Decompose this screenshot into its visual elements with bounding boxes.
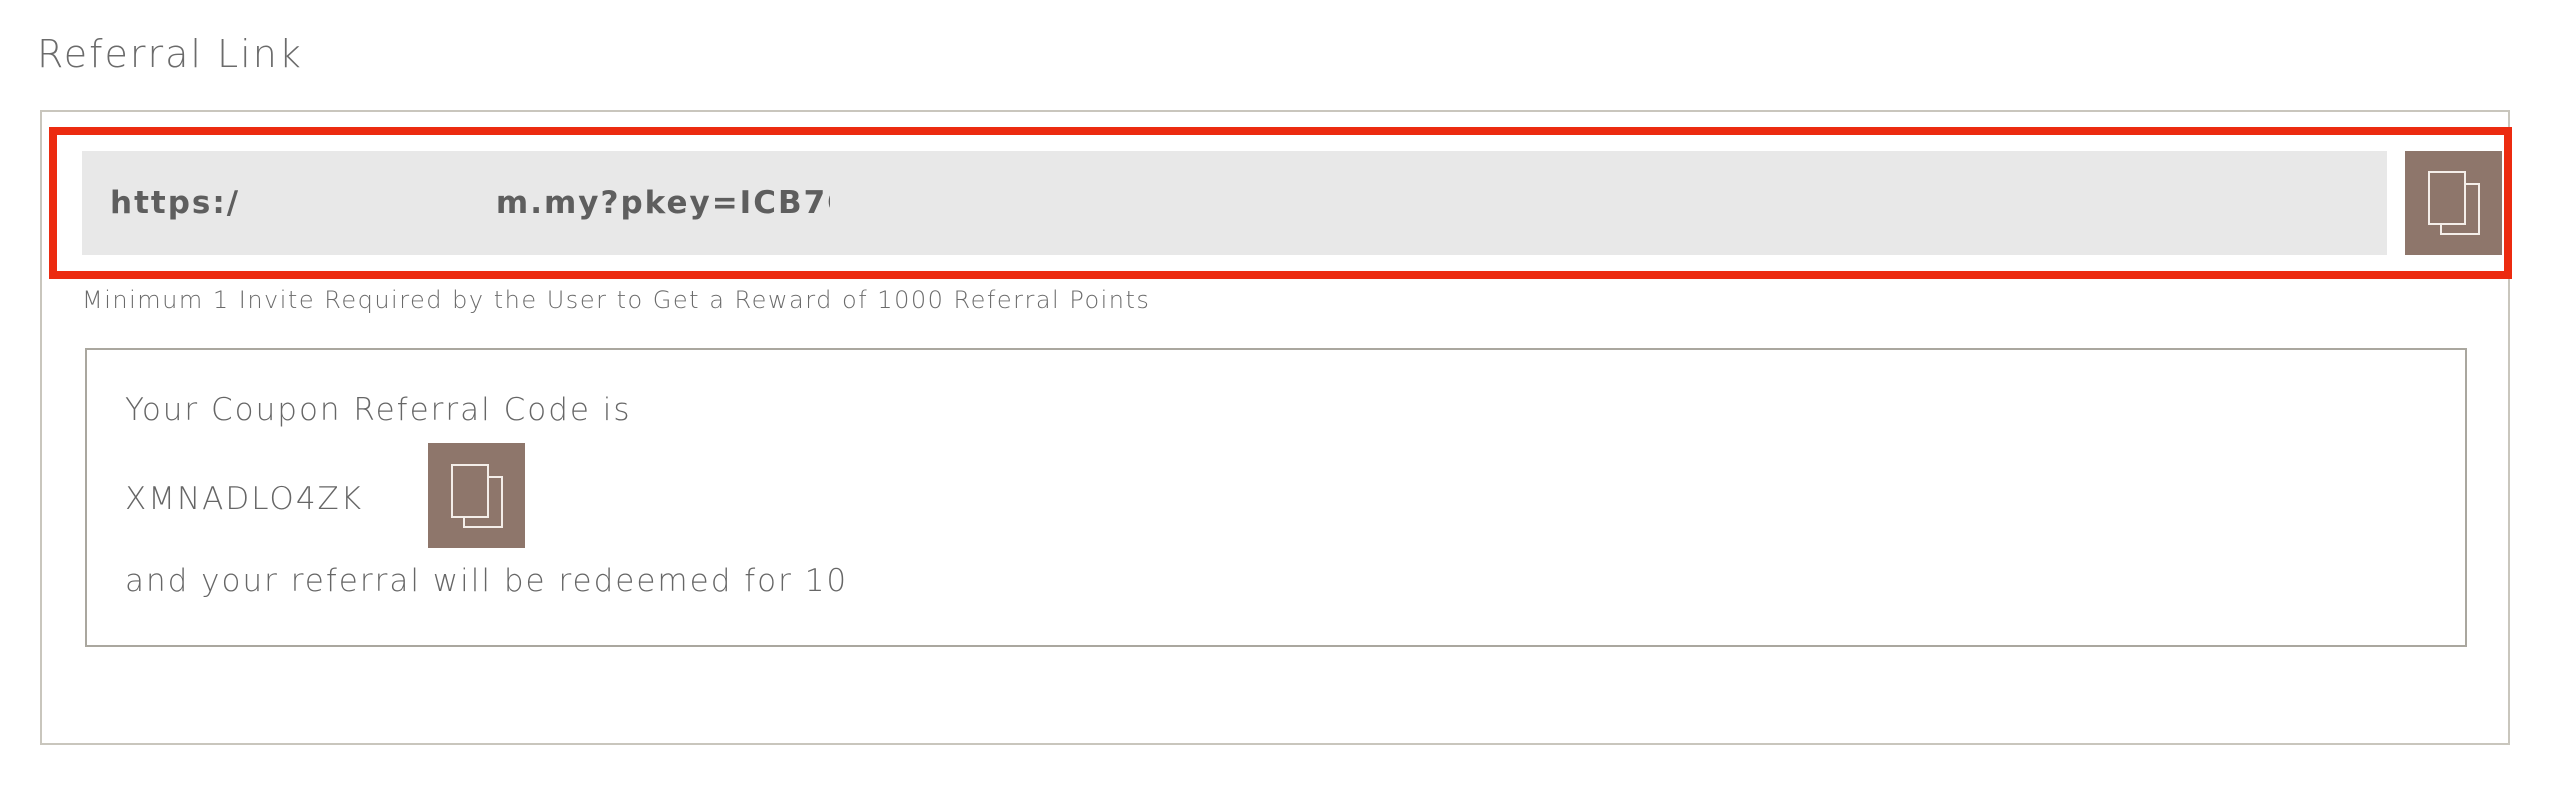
referral-requirement-text: Minimum 1 Invite Required by the User to… bbox=[82, 286, 1151, 314]
referral-link-highlight bbox=[49, 127, 2512, 279]
coupon-code: XMNADLO4ZK bbox=[125, 481, 364, 517]
coupon-heading: Your Coupon Referral Code is bbox=[125, 392, 632, 428]
copy-icon bbox=[450, 463, 503, 528]
section-title: Referral Link bbox=[37, 32, 303, 76]
coupon-footer-text: and your referral will be redeemed for 1… bbox=[125, 563, 849, 599]
copy-code-button[interactable] bbox=[428, 443, 525, 548]
referral-page: Referral Link https:/ m.my?pkey=ICB7OWU8… bbox=[0, 0, 2560, 800]
